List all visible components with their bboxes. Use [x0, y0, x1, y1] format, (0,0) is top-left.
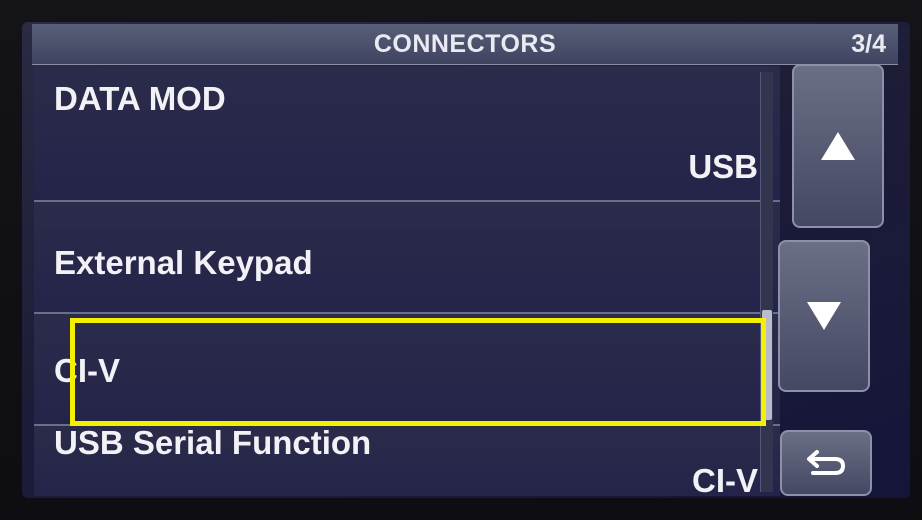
down-triangle-icon — [807, 302, 841, 330]
up-triangle-icon — [821, 132, 855, 160]
scroll-down-button[interactable] — [778, 240, 870, 392]
menu-item-value: CI-V — [692, 462, 758, 498]
page-title: CONNECTORS — [373, 30, 557, 58]
page-indicator: 3/4 — [851, 30, 886, 58]
menu-item-label: DATA MOD — [54, 80, 226, 117]
selection-highlight — [70, 318, 766, 426]
menu-item-usb-serial-function[interactable]: USB Serial Function CI-V — [34, 424, 780, 498]
menu-item-label: USB Serial Function — [54, 424, 372, 461]
list-scrollbar[interactable] — [760, 72, 773, 492]
menu-item-external-keypad[interactable]: External Keypad — [34, 202, 780, 314]
radio-screen: CONNECTORS 3/4 DATA MOD USB External Key… — [22, 22, 910, 498]
scroll-up-button[interactable] — [792, 64, 884, 228]
menu-item-data-mod[interactable]: DATA MOD USB — [34, 66, 780, 202]
return-button[interactable] — [780, 430, 872, 496]
menu-item-value: USB — [688, 148, 758, 185]
menu-list: DATA MOD USB External Keypad CI-V USB Se… — [34, 66, 780, 498]
title-bar: CONNECTORS 3/4 — [32, 24, 898, 65]
return-arrow-icon — [807, 450, 846, 475]
menu-item-label: External Keypad — [54, 244, 313, 281]
